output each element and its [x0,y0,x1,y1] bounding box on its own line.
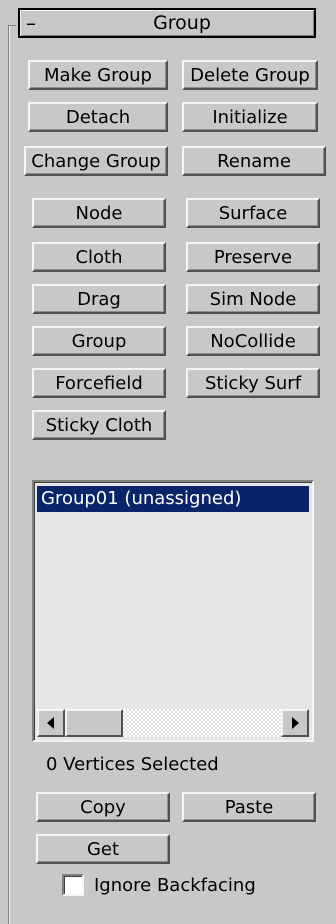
sticky-surf-button[interactable]: Sticky Surf [186,368,320,398]
scroll-right-button[interactable] [281,709,309,737]
forcefield-button[interactable]: Forcefield [32,368,166,398]
list-item-selected[interactable]: Group01 (unassigned) [37,486,309,512]
copy-button[interactable]: Copy [36,792,170,822]
rename-button[interactable]: Rename [182,146,326,176]
sim-node-button[interactable]: Sim Node [186,284,320,314]
arrow-left-icon [47,717,54,729]
group-button[interactable]: Group [32,326,166,356]
rollout-header-group[interactable]: – Group [18,8,316,38]
nocollide-button[interactable]: NoCollide [186,326,320,356]
vertices-selected-status: 0 Vertices Selected [46,754,219,775]
scroll-left-button[interactable] [37,709,65,737]
horizontal-scrollbar[interactable] [37,709,309,737]
rollout-title: Group [153,12,211,34]
group-listbox[interactable]: Group01 (unassigned) [32,480,314,742]
ignore-backfacing-option[interactable]: Ignore Backfacing [62,874,256,896]
panel-top-tick [8,25,16,26]
panel-left-rule [8,25,9,924]
surface-button[interactable]: Surface [186,198,320,228]
node-button[interactable]: Node [32,198,166,228]
scrollbar-thumb[interactable] [65,709,123,737]
arrow-right-icon [292,717,299,729]
detach-button[interactable]: Detach [28,102,168,132]
initialize-button[interactable]: Initialize [182,102,318,132]
ignore-backfacing-checkbox[interactable] [62,874,84,896]
change-group-button[interactable]: Change Group [24,146,168,176]
sticky-cloth-button[interactable]: Sticky Cloth [32,410,166,440]
drag-button[interactable]: Drag [32,284,166,314]
make-group-button[interactable]: Make Group [28,60,168,90]
cloth-button[interactable]: Cloth [32,242,166,272]
preserve-button[interactable]: Preserve [186,242,320,272]
ignore-backfacing-label: Ignore Backfacing [94,874,256,896]
get-button[interactable]: Get [36,834,170,864]
delete-group-button[interactable]: Delete Group [182,60,318,90]
paste-button[interactable]: Paste [182,792,316,822]
group-rollout-panel: – Group Make Group Delete Group Detach I… [0,0,336,924]
